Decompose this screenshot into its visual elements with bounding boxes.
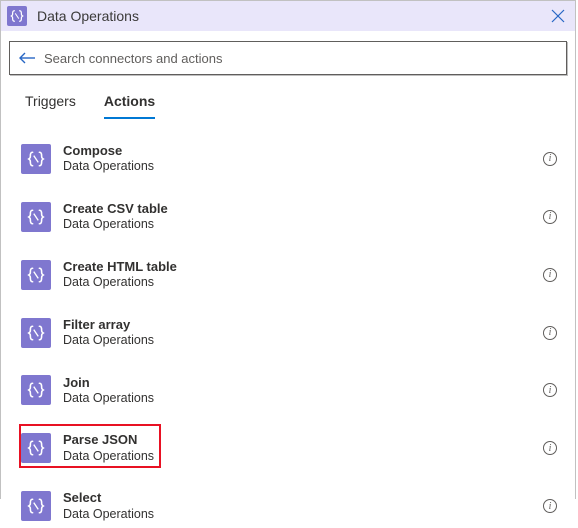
action-subtitle: Data Operations xyxy=(63,391,543,407)
action-subtitle: Data Operations xyxy=(63,449,543,465)
action-subtitle: Data Operations xyxy=(63,507,543,523)
action-item[interactable]: Create CSV tableData Operationsi xyxy=(21,195,563,239)
action-text: ComposeData Operations xyxy=(63,143,543,175)
braces-icon xyxy=(21,202,51,232)
action-subtitle: Data Operations xyxy=(63,333,543,349)
braces-icon xyxy=(21,318,51,348)
back-arrow-icon[interactable] xyxy=(18,51,36,65)
info-icon[interactable]: i xyxy=(543,499,557,513)
panel-header: Data Operations xyxy=(1,1,575,31)
data-operations-panel: Data Operations Triggers Actions Compo xyxy=(0,0,576,499)
info-icon[interactable]: i xyxy=(543,383,557,397)
action-item[interactable]: Parse JSONData Operationsi xyxy=(21,426,563,470)
action-title: Create HTML table xyxy=(63,259,543,275)
tab-triggers[interactable]: Triggers xyxy=(25,93,76,119)
braces-icon xyxy=(21,260,51,290)
search-input[interactable] xyxy=(44,51,558,66)
action-title: Join xyxy=(63,375,543,391)
action-text: Create CSV tableData Operations xyxy=(63,201,543,233)
action-text: JoinData Operations xyxy=(63,375,543,407)
action-subtitle: Data Operations xyxy=(63,275,543,291)
action-text: Filter arrayData Operations xyxy=(63,317,543,349)
action-item[interactable]: Filter arrayData Operationsi xyxy=(21,311,563,355)
info-icon[interactable]: i xyxy=(543,268,557,282)
action-item[interactable]: Create HTML tableData Operationsi xyxy=(21,253,563,297)
close-button[interactable] xyxy=(551,9,565,23)
braces-icon xyxy=(21,433,51,463)
action-item[interactable]: JoinData Operationsi xyxy=(21,369,563,413)
braces-icon xyxy=(21,375,51,405)
action-text: Create HTML tableData Operations xyxy=(63,259,543,291)
connector-icon xyxy=(7,6,27,26)
action-title: Create CSV table xyxy=(63,201,543,217)
panel-title: Data Operations xyxy=(37,8,551,24)
info-icon[interactable]: i xyxy=(543,441,557,455)
tabs: Triggers Actions xyxy=(1,75,575,119)
info-icon[interactable]: i xyxy=(543,326,557,340)
info-icon[interactable]: i xyxy=(543,152,557,166)
action-title: Filter array xyxy=(63,317,543,333)
search-box[interactable] xyxy=(9,41,567,75)
info-icon[interactable]: i xyxy=(543,210,557,224)
action-item[interactable]: SelectData Operationsi xyxy=(21,484,563,528)
action-subtitle: Data Operations xyxy=(63,217,543,233)
action-text: Parse JSONData Operations xyxy=(63,432,543,464)
tab-actions[interactable]: Actions xyxy=(104,93,155,119)
action-title: Select xyxy=(63,490,543,506)
action-title: Parse JSON xyxy=(63,432,543,448)
search-row xyxy=(1,31,575,75)
action-subtitle: Data Operations xyxy=(63,159,543,175)
action-item[interactable]: ComposeData Operationsi xyxy=(21,137,563,181)
action-title: Compose xyxy=(63,143,543,159)
action-text: SelectData Operations xyxy=(63,490,543,522)
braces-icon xyxy=(21,491,51,521)
braces-icon xyxy=(21,144,51,174)
actions-list: ComposeData Operationsi Create CSV table… xyxy=(1,119,575,528)
